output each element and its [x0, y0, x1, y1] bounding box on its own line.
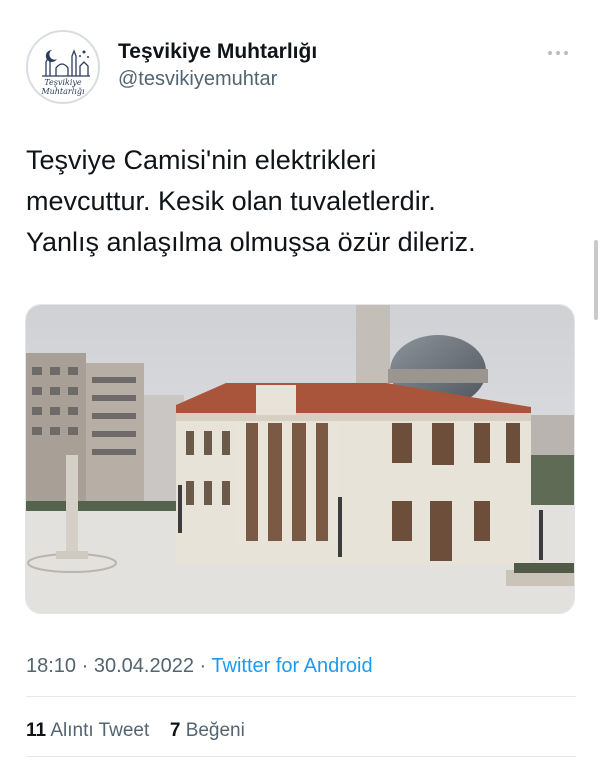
tweet-header: Teşvikiye Muhtarlığı Teşvikiye Muhtarlığ…	[26, 30, 576, 110]
quote-count: 11	[26, 720, 47, 741]
avatar-text-line-1: Teşvikiye	[44, 78, 82, 87]
mosque-photo-icon	[26, 305, 574, 613]
more-horizontal-icon[interactable]	[548, 42, 576, 56]
tweet-date[interactable]: 30.04.2022	[94, 655, 194, 677]
quote-tweets-stat[interactable]: 11 Alıntı Tweet	[26, 720, 155, 741]
meta-separator-2: ·	[199, 655, 207, 677]
user-handle[interactable]: @tesvikiyemuhtar	[118, 66, 317, 92]
scrollbar[interactable]	[594, 240, 598, 320]
tweet-photo[interactable]	[25, 304, 575, 614]
tweet-source-link[interactable]: Twitter for Android	[211, 655, 372, 677]
tweet-stats: 11 Alıntı Tweet 7 Beğeni	[26, 718, 245, 744]
like-count: 7	[169, 720, 181, 741]
tweet-text: Teşviye Camisi'nin elektrikleri mevcuttu…	[26, 145, 476, 257]
tweet-time[interactable]: 18:10	[26, 655, 76, 677]
likes-stat[interactable]: 7 Beğeni	[170, 720, 245, 741]
tweet-meta: 18:10 · 30.04.2022 · Twitter for Android	[26, 653, 373, 679]
avatar-text-line-2: Muhtarlığı	[41, 87, 85, 96]
divider-bottom	[26, 756, 576, 757]
display-name[interactable]: Teşvikiye Muhtarlığı	[118, 38, 317, 66]
author-names: Teşvikiye Muhtarlığı @tesvikiyemuhtar	[118, 38, 317, 92]
avatar[interactable]: Teşvikiye Muhtarlığı	[26, 30, 100, 104]
divider-top	[26, 696, 576, 697]
meta-separator: ·	[81, 655, 89, 677]
quote-label: Alıntı Tweet	[50, 720, 150, 741]
like-label: Beğeni	[185, 720, 245, 741]
